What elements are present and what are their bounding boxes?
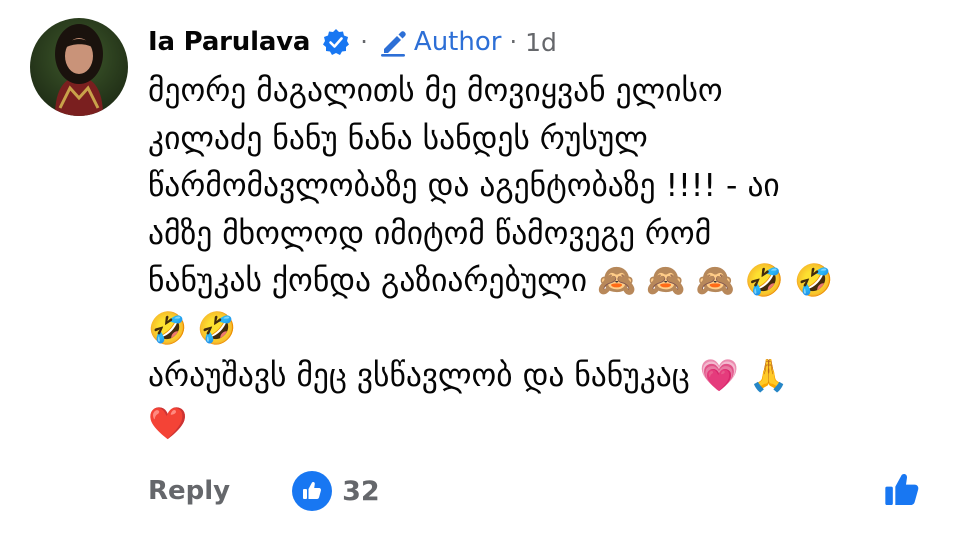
thumbs-up-icon	[885, 473, 919, 505]
thumbs-up-icon[interactable]	[292, 471, 333, 511]
comment-line: წარმომავლობაზე და აგენტობაზე !!!! - აი	[148, 168, 780, 204]
comment-line: ნანუკას ქონდა გაზიარებული 🙈 🙈 🙈 🤣 🤣	[148, 263, 834, 299]
avatar[interactable]	[30, 18, 128, 116]
comment-line: 🤣 🤣	[148, 310, 237, 347]
comment-actions: Reply 32	[148, 466, 938, 516]
author-badge: Author	[413, 27, 502, 57]
comment-line: კილაძე ნანუ ნანა სანდეს რუსულ	[148, 120, 648, 157]
comment-line: მეორე მაგალითს მე მოვიყვან ელისო	[148, 73, 723, 109]
verified-badge-icon	[322, 28, 350, 56]
comment-line: ❤️	[148, 405, 188, 442]
reaction-count[interactable]: 32	[342, 476, 380, 507]
pencil-icon	[378, 27, 408, 57]
like-button[interactable]	[878, 466, 926, 514]
comment-line: არაუშავს მეც ვსწავლობ და ნანუკაც 💗 🙏	[148, 358, 789, 394]
comment-body: მეორე მაგალითს მე მოვიყვან ელისო კილაძე …	[148, 68, 948, 448]
reply-button[interactable]: Reply	[148, 476, 230, 506]
comment-line: ამზე მხოლოდ იმიტომ წამოვეგე რომ	[148, 215, 712, 252]
comment-header: Ia Parulava · Author · 1d	[148, 22, 557, 62]
comment-time[interactable]: 1d	[525, 28, 557, 57]
author-name[interactable]: Ia Parulava	[148, 27, 310, 57]
separator-dot: ·	[509, 28, 518, 56]
separator-dot: ·	[360, 28, 368, 56]
